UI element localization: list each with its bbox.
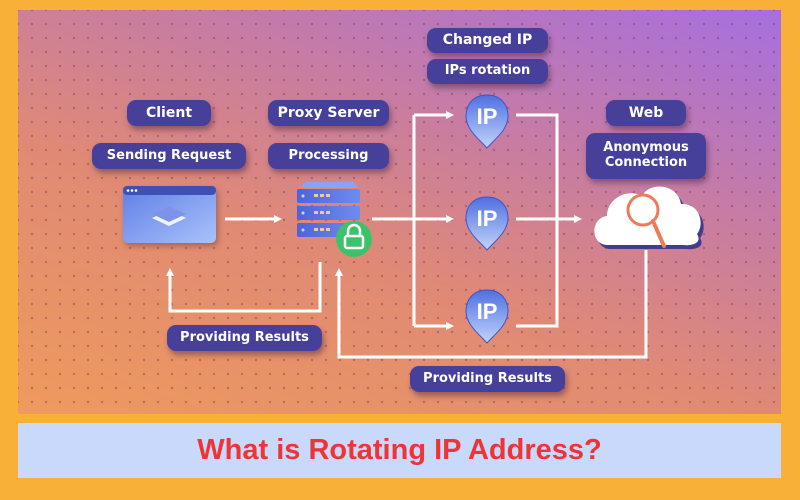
results-to-client-label: Providing Results	[167, 325, 322, 351]
proxy-subtitle: Processing	[268, 143, 389, 169]
cloud-search-icon	[594, 186, 704, 250]
rotation-title: Changed IP	[427, 28, 548, 53]
proxy-title: Proxy Server	[268, 100, 389, 126]
browser-window-icon	[123, 186, 216, 243]
web-title: Web	[606, 100, 686, 126]
client-title: Client	[127, 100, 211, 126]
client-subtitle: Sending Request	[92, 143, 246, 169]
server-lock-icon	[297, 182, 372, 257]
arrow-results-to-client	[166, 262, 322, 313]
page-title: What is Rotating IP Address?	[197, 434, 602, 466]
ip-pin-icon-3: IP	[465, 289, 509, 344]
ip-pin-icon-1: IP	[465, 94, 509, 149]
lock-icon	[336, 221, 372, 257]
ip-label: IP	[477, 299, 498, 324]
results-to-proxy-label: Providing Results	[410, 366, 565, 392]
rotation-subtitle: IPs rotation	[427, 59, 548, 84]
ip-label: IP	[477, 104, 498, 129]
ip-label: IP	[477, 206, 498, 231]
web-subtitle: Anonymous Connection	[586, 133, 706, 179]
ip-pin-icon-2: IP	[465, 196, 509, 251]
title-banner: What is Rotating IP Address?	[18, 423, 781, 478]
